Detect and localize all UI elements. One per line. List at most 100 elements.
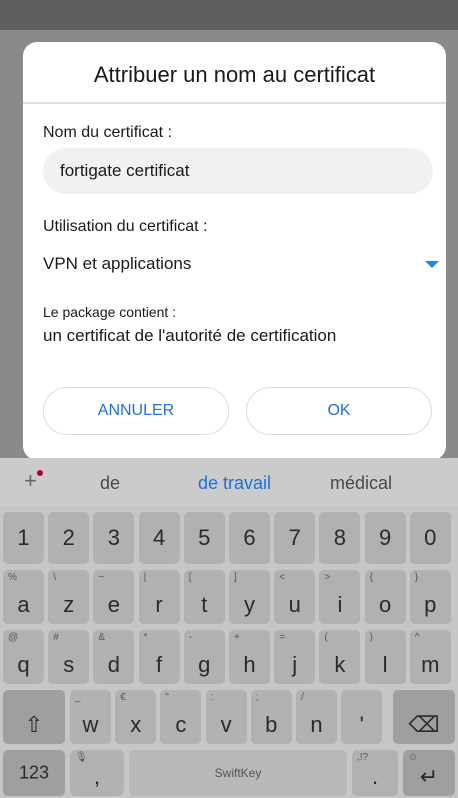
key-h[interactable]: + h bbox=[229, 630, 270, 684]
notification-dot bbox=[37, 470, 43, 476]
suggestion-center[interactable]: de travail bbox=[198, 473, 271, 494]
key-secondary-label: * bbox=[143, 632, 148, 643]
key-label: 123 bbox=[18, 762, 50, 783]
key-label: l bbox=[382, 652, 388, 677]
suggestion-right[interactable]: médical bbox=[330, 473, 392, 494]
key-label: k bbox=[334, 652, 346, 677]
key-s[interactable]: # s bbox=[48, 630, 90, 684]
backspace-icon[interactable]: ⌫ bbox=[393, 690, 455, 744]
shift-icon[interactable]: ⇧ bbox=[3, 690, 65, 744]
key-label: q bbox=[17, 652, 30, 677]
key-label: t bbox=[201, 592, 208, 617]
key-j[interactable]: = j bbox=[274, 630, 316, 684]
key-label: 0 bbox=[424, 525, 437, 550]
key-7[interactable]: 7 bbox=[274, 512, 316, 564]
package-contents-label: Le package contient : bbox=[43, 304, 177, 320]
swiftkey-keyboard: + de de travail médical 1 2 3 4 5 6 7 8 9 0% a \ z ~ e… bbox=[0, 458, 458, 798]
certificate-usage-value: VPN et applications bbox=[43, 254, 192, 273]
key-label: ' bbox=[359, 712, 364, 737]
key-4[interactable]: 4 bbox=[138, 512, 180, 564]
key-label: . bbox=[371, 764, 379, 789]
key-label: 7 bbox=[288, 525, 301, 550]
key-2[interactable]: 2 bbox=[48, 512, 90, 564]
key-v[interactable]: :v bbox=[205, 690, 247, 744]
key-secondary-label: + bbox=[234, 632, 240, 643]
key-r[interactable]: | r bbox=[138, 570, 180, 624]
dialog-title: Attribuer un nom au certificat bbox=[93, 62, 376, 87]
key-c[interactable]: " c bbox=[160, 690, 202, 744]
key-k[interactable]: (k bbox=[319, 630, 361, 684]
key-secondary-label: | bbox=[143, 572, 147, 583]
key-apostrophe[interactable]: ' bbox=[341, 690, 383, 744]
key-secondary-label: { bbox=[369, 572, 373, 583]
key-a[interactable]: % a bbox=[3, 570, 44, 624]
certificate-name-dialog: Attribuer un nom au certificat Nom du ce… bbox=[23, 42, 446, 460]
key-secondary-label: [ bbox=[188, 572, 192, 583]
key-m[interactable]: ^ m bbox=[409, 630, 451, 684]
key-i[interactable]: > i bbox=[319, 570, 361, 624]
key-8[interactable]: 8 bbox=[319, 512, 361, 564]
key-label: , bbox=[93, 764, 101, 789]
key-label: ⇧ bbox=[24, 712, 44, 737]
symbols-key[interactable]: 123 bbox=[3, 750, 65, 796]
ok-button[interactable]: OK bbox=[246, 387, 432, 435]
plus-icon[interactable]: + bbox=[24, 468, 37, 494]
key-g[interactable]: -g bbox=[183, 630, 225, 684]
key-secondary-label: " bbox=[165, 692, 169, 703]
key-secondary-label: : bbox=[210, 692, 214, 703]
key-u[interactable]: < u bbox=[274, 570, 316, 624]
key-label: s bbox=[63, 652, 75, 677]
key-label: c bbox=[175, 712, 187, 737]
key-n[interactable]: / n bbox=[296, 690, 337, 744]
key-secondary-label: ; bbox=[255, 692, 259, 703]
key-label: 5 bbox=[198, 525, 211, 550]
key-label: g bbox=[198, 652, 211, 677]
certificate-usage-select[interactable]: VPN et applications bbox=[43, 248, 439, 278]
key-secondary-label: % bbox=[8, 572, 17, 583]
suggestion-left[interactable]: de bbox=[100, 473, 120, 494]
key-q[interactable]: @ q bbox=[3, 630, 44, 684]
key-x[interactable]: € x bbox=[115, 690, 157, 744]
status-bar bbox=[0, 0, 458, 30]
key-label: 8 bbox=[333, 525, 347, 550]
key-e[interactable]: ~ e bbox=[93, 570, 135, 624]
key-label: i bbox=[337, 592, 343, 617]
suggestion-bar: + de de travail médical bbox=[0, 458, 458, 506]
key-p[interactable]: } p bbox=[409, 570, 451, 624]
key-f[interactable]: * f bbox=[138, 630, 180, 684]
key-label: j bbox=[292, 652, 298, 677]
key-secondary-label: ☺ bbox=[408, 752, 419, 763]
certificate-usage-label: Utilisation du certificat : bbox=[43, 218, 208, 235]
enter-icon[interactable]: ☺ ↵ bbox=[403, 750, 455, 796]
package-contents-value: un certificat de l'autorité de certifica… bbox=[43, 326, 337, 345]
key-secondary-label: # bbox=[53, 632, 59, 643]
key-label: e bbox=[107, 592, 121, 617]
key-d[interactable]: & d bbox=[93, 630, 135, 684]
key-y[interactable]: ] y bbox=[229, 570, 270, 624]
key-label: 2 bbox=[62, 525, 75, 550]
key-z[interactable]: \ z bbox=[48, 570, 90, 624]
key-3[interactable]: 3 bbox=[93, 512, 135, 564]
key-5[interactable]: 5 bbox=[183, 512, 225, 564]
period-key[interactable]: ,!?. bbox=[352, 750, 398, 796]
key-label: x bbox=[130, 712, 142, 737]
key-o[interactable]: {o bbox=[364, 570, 406, 624]
key-label: 9 bbox=[378, 525, 392, 550]
key-secondary-label: ~ bbox=[98, 572, 105, 583]
key-1[interactable]: 1 bbox=[3, 512, 44, 564]
key-secondary-label: ,!? bbox=[357, 752, 369, 763]
space-bar[interactable]: SwiftKey bbox=[129, 750, 347, 796]
key-6[interactable]: 6 bbox=[229, 512, 270, 564]
key-9[interactable]: 9 bbox=[364, 512, 406, 564]
cancel-button[interactable]: ANNULER bbox=[43, 387, 229, 435]
key-label: r bbox=[155, 592, 163, 617]
comma-key[interactable]: 🎙, bbox=[70, 750, 124, 796]
key-b[interactable]: ; b bbox=[250, 690, 292, 744]
key-w[interactable]: _ w bbox=[70, 690, 111, 744]
certificate-name-input[interactable] bbox=[43, 148, 433, 194]
key-l[interactable]: ) l bbox=[364, 630, 406, 684]
key-t[interactable]: [t bbox=[183, 570, 225, 624]
key-0[interactable]: 0 bbox=[409, 512, 451, 564]
key-secondary-label: @ bbox=[8, 632, 19, 643]
certificate-name-label: Nom du certificat : bbox=[43, 124, 172, 141]
